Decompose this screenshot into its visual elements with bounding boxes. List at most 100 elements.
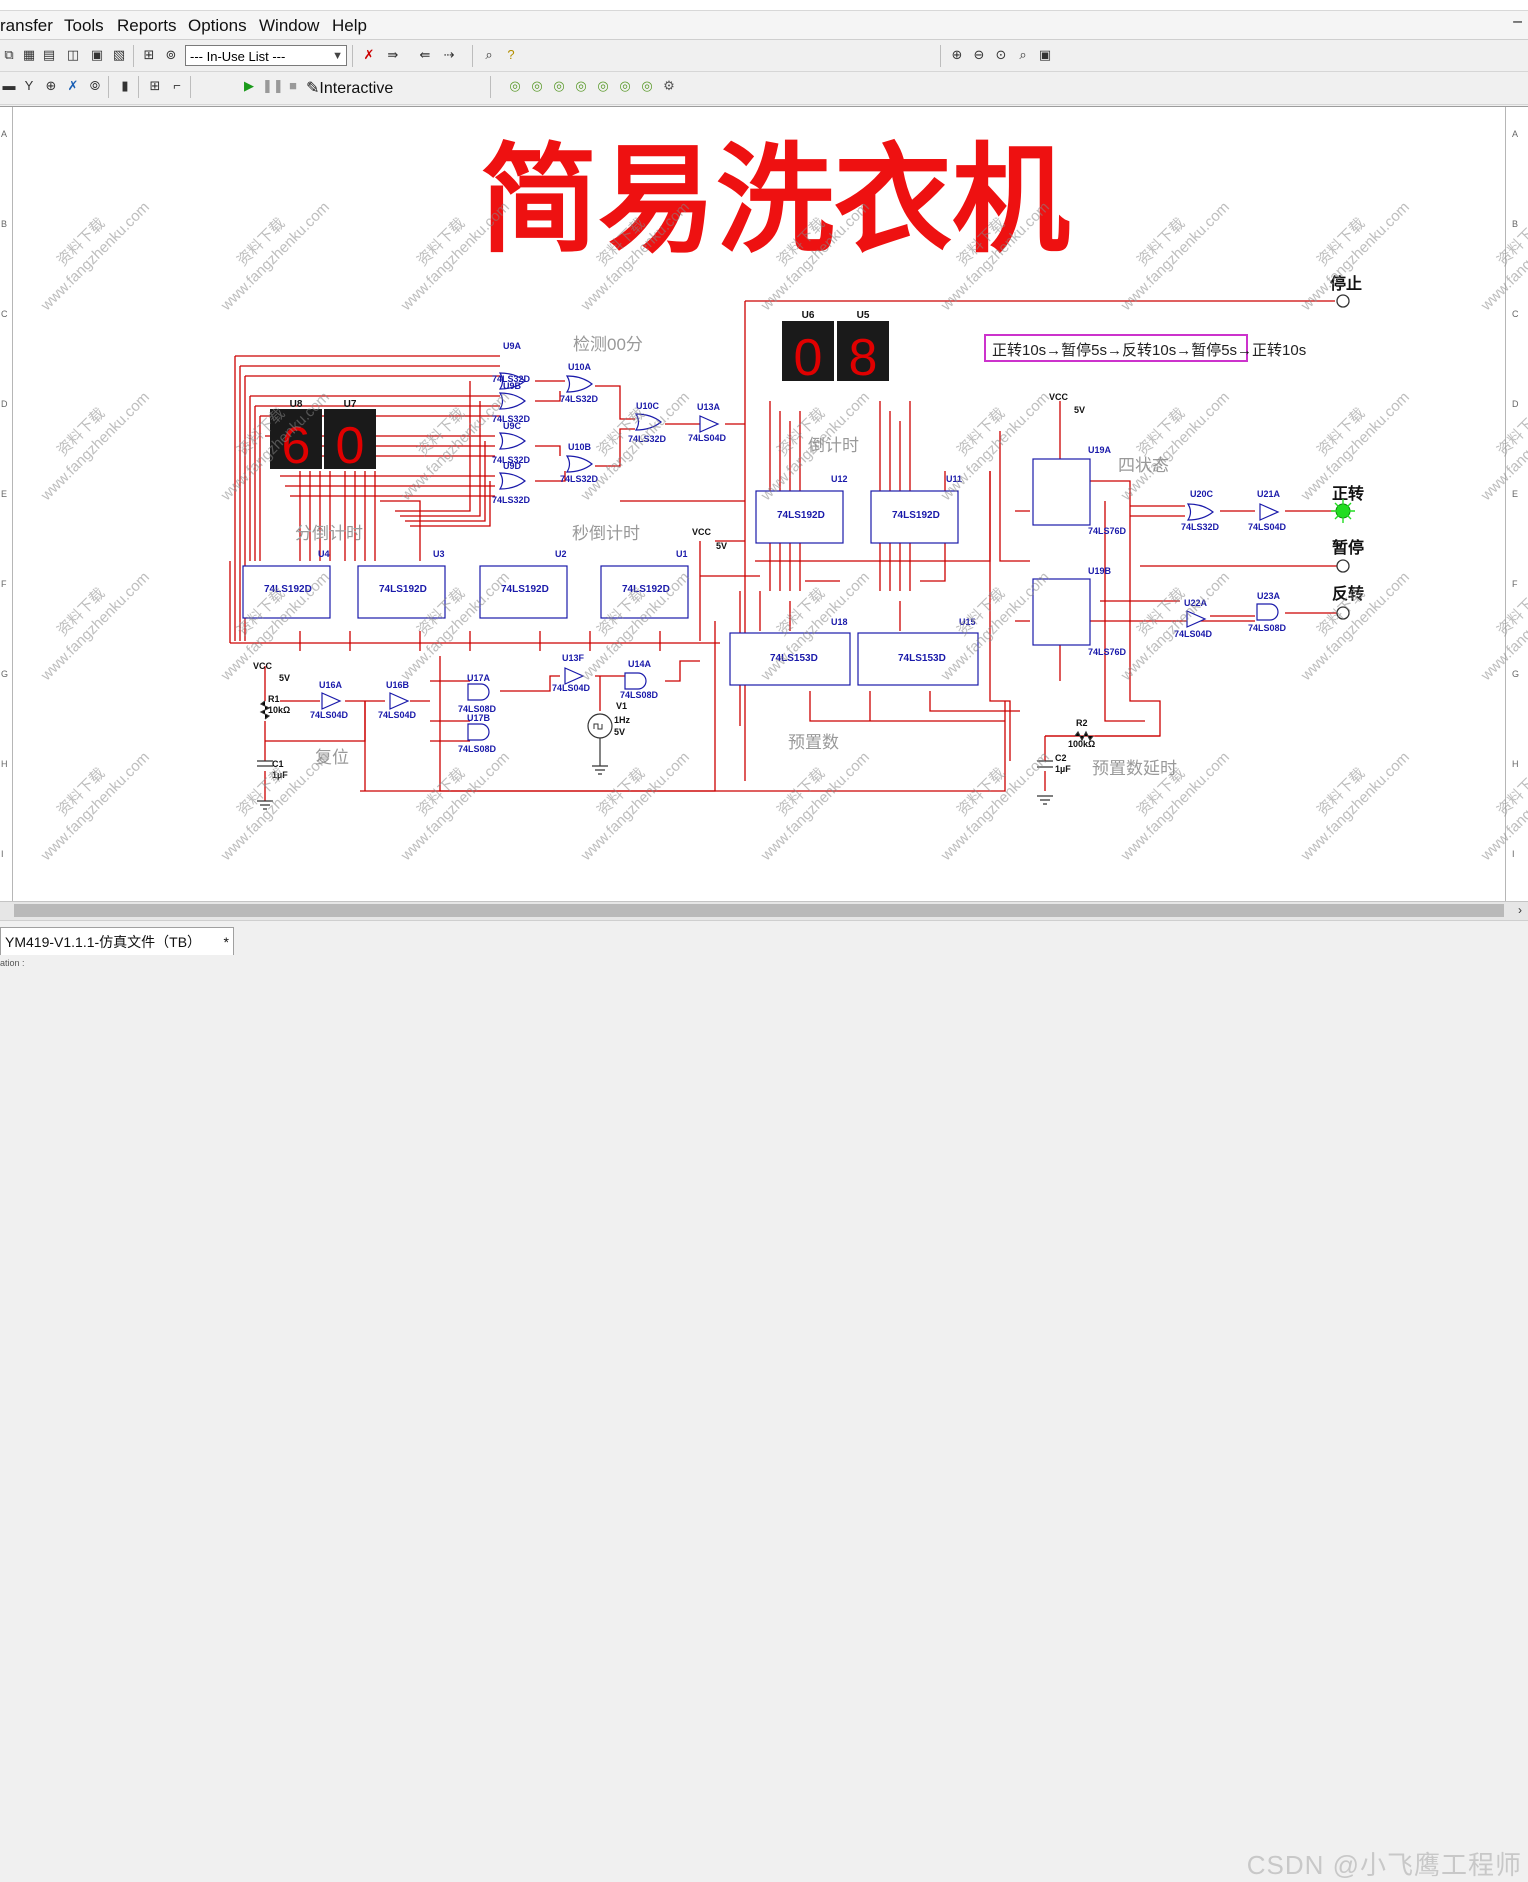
document-tab-bar: YM419-V1.1.1-仿真文件（TB） * CSDN @小飞鹰工程师 xyxy=(0,920,1528,1880)
status-text: ation : xyxy=(0,958,25,968)
part-label: U10A xyxy=(568,362,592,372)
document-tab[interactable]: YM419-V1.1.1-仿真文件（TB） * xyxy=(0,927,234,955)
spreadsheet-icon[interactable]: ▤ xyxy=(40,45,58,65)
vcc-volt: 5V xyxy=(1074,405,1085,415)
menu-transfer[interactable]: ransfer xyxy=(0,16,53,36)
grapher-icon[interactable]: ◫ xyxy=(64,45,82,65)
probe-voltage-icon[interactable]: ◎ xyxy=(506,76,524,96)
component-wizard-icon[interactable]: ▧ xyxy=(110,45,128,65)
run-simulation-button[interactable]: ▶ xyxy=(240,76,258,96)
display-label: U5 xyxy=(857,310,870,321)
zoom-fit-icon[interactable]: ⌕ xyxy=(1014,45,1032,65)
output-forward-label: 正转 xyxy=(1332,484,1364,503)
hierarchy-icon[interactable]: ⊞ xyxy=(140,45,158,65)
toolbar-main: ⧉ ▦ ▤ ◫ ▣ ▧ ⊞ ⊚ --- In-Use List --- ▼ ✗ … xyxy=(0,41,1528,72)
digit-u7: 0 xyxy=(336,417,365,475)
probe-settings-icon[interactable]: ◎ xyxy=(638,76,656,96)
label-sec-countdown: 秒倒计时 xyxy=(572,524,640,543)
chevron-right-icon[interactable]: › xyxy=(1518,903,1522,917)
place-junction-icon[interactable]: Y xyxy=(20,76,38,96)
part-label: U9C xyxy=(503,421,522,431)
in-use-list-combo[interactable]: --- In-Use List --- ▼ xyxy=(185,45,347,66)
stop-simulation-button[interactable]: ■ xyxy=(284,76,302,96)
full-screen-icon[interactable]: ▣ xyxy=(1036,45,1054,65)
part-label: 74LS192D xyxy=(501,584,549,595)
part-label: 74LS08D xyxy=(1248,623,1287,633)
part-label: 74LS04D xyxy=(310,710,349,720)
document-tab-title: YM419-V1.1.1-仿真文件（TB） xyxy=(5,934,202,950)
find-icon[interactable]: ⌕ xyxy=(480,45,498,65)
probe-current-icon[interactable]: ◎ xyxy=(528,76,546,96)
part-label: U3 xyxy=(433,549,445,559)
probe-digital-icon[interactable]: ◎ xyxy=(616,76,634,96)
label-preset: 预置数 xyxy=(788,733,839,752)
grid-icon[interactable]: ▦ xyxy=(20,45,38,65)
pause-probe-icon[interactable] xyxy=(1336,559,1350,573)
window-icon[interactable]: ⧉ xyxy=(0,45,18,65)
part-label: U9B xyxy=(503,381,522,391)
part-label: U21A xyxy=(1257,489,1281,499)
probe-diff-icon[interactable]: ◎ xyxy=(572,76,590,96)
part-labels: U9A 74LS32D U9B 74LS32D U9C 74LS32D U9D … xyxy=(264,341,1287,754)
part-label: U17B xyxy=(467,713,491,723)
scrollbar-thumb[interactable] xyxy=(14,904,1504,917)
ic-u19a xyxy=(1032,458,1091,526)
place-bus-icon[interactable]: ⊕ xyxy=(42,76,60,96)
postprocessor-icon[interactable]: ▣ xyxy=(88,45,106,65)
part-label: 74LS04D xyxy=(378,710,417,720)
sequence-note: 正转10s→暂停5s→反转10s→暂停5s→正转10s xyxy=(992,342,1306,359)
title-bar-strip xyxy=(0,0,1528,11)
zoom-area-icon[interactable]: ⊙ xyxy=(992,45,1010,65)
transfer-icon[interactable]: ⇢ xyxy=(440,45,458,65)
v1-freq: 1Hz xyxy=(614,715,631,725)
probe-ref-icon[interactable]: ◎ xyxy=(594,76,612,96)
menu-help[interactable]: Help xyxy=(332,16,367,36)
pause-simulation-button[interactable]: ❚❚ xyxy=(262,76,284,96)
place-source-icon[interactable]: ▬ xyxy=(0,76,18,96)
menu-options[interactable]: Options xyxy=(188,16,247,36)
vcc-volt: 5V xyxy=(279,673,290,683)
hier-block-icon[interactable]: ⊞ xyxy=(146,76,164,96)
horizontal-scrollbar[interactable]: › xyxy=(0,901,1528,920)
modified-indicator: * xyxy=(223,934,229,950)
clock-source-icon xyxy=(587,713,613,739)
c2-value: 1µF xyxy=(1055,764,1071,774)
pencil-icon: ✎ xyxy=(306,80,320,97)
part-label: 74LS32D xyxy=(492,495,531,505)
database-icon[interactable]: ⊚ xyxy=(162,45,180,65)
schematic-canvas[interactable]: A B C D E F G H I A B C D E F G H I 简易洗衣… xyxy=(0,106,1528,902)
part-label: U19B xyxy=(1088,566,1112,576)
stop-probe-icon[interactable] xyxy=(1336,294,1350,308)
label-min-countdown: 分倒计时 xyxy=(295,524,363,543)
back-annotate-icon[interactable]: ⇛ xyxy=(384,45,402,65)
part-label: U1 xyxy=(676,549,688,559)
gear-icon[interactable]: ⚙ xyxy=(660,76,678,96)
r2-label: R2 xyxy=(1076,718,1088,728)
menu-reports[interactable]: Reports xyxy=(117,16,177,36)
place-probe-icon[interactable]: ⦾ xyxy=(86,76,104,96)
erc-icon[interactable]: ✗ xyxy=(360,45,378,65)
display-label: U6 xyxy=(802,310,815,321)
vcc-label: VCC xyxy=(253,661,273,671)
part-label: 74LS04D xyxy=(552,683,591,693)
interactive-mode-label[interactable]: ✎Interactive xyxy=(306,78,393,98)
help-icon[interactable]: ? xyxy=(502,45,520,65)
forward-annotate-icon[interactable]: ⇚ xyxy=(416,45,434,65)
vcc-label: VCC xyxy=(692,527,712,537)
menu-tools[interactable]: Tools xyxy=(64,16,104,36)
r1-label: R1 xyxy=(268,694,280,704)
display-label: U7 xyxy=(344,399,357,410)
label-preset-delay: 预置数延时 xyxy=(1092,759,1177,778)
probe-power-icon[interactable]: ◎ xyxy=(550,76,568,96)
minimize-doc-button[interactable]: – xyxy=(1513,13,1522,31)
status-bar: ation : xyxy=(0,958,1528,971)
part-label: U13A xyxy=(697,402,721,412)
place-wire-icon[interactable]: ✗ xyxy=(64,76,82,96)
off-page-icon[interactable]: ⌐ xyxy=(168,76,186,96)
place-connector-icon[interactable]: ▮ xyxy=(116,76,134,96)
part-label: 74LS192D xyxy=(777,510,825,521)
zoom-out-icon[interactable]: ⊖ xyxy=(970,45,988,65)
menu-window[interactable]: Window xyxy=(259,16,319,36)
part-label: U13F xyxy=(562,653,585,663)
zoom-in-icon[interactable]: ⊕ xyxy=(948,45,966,65)
